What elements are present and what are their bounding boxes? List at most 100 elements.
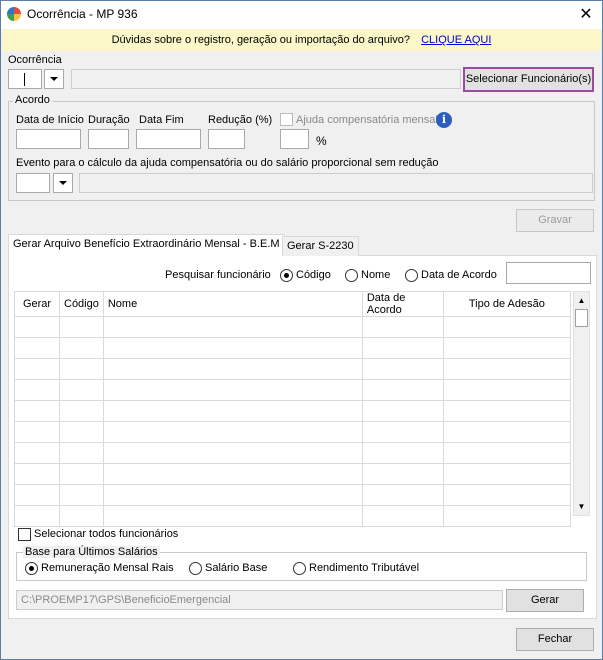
table-cell[interactable]: [361, 337, 444, 359]
table-cell[interactable]: [102, 463, 363, 485]
table-cell[interactable]: [59, 400, 104, 422]
table-cell[interactable]: [102, 421, 363, 443]
select-all-checkbox[interactable]: [18, 528, 31, 541]
table-cell[interactable]: [59, 316, 104, 338]
table-cell[interactable]: [102, 358, 363, 380]
search-input[interactable]: [506, 262, 591, 284]
table-cell[interactable]: [59, 421, 104, 443]
table-cell[interactable]: [442, 442, 571, 464]
table-cell[interactable]: [102, 316, 363, 338]
table-cell[interactable]: [59, 484, 104, 506]
table-cell[interactable]: [14, 484, 60, 506]
table-row[interactable]: [14, 358, 571, 380]
scroll-thumb[interactable]: [575, 309, 588, 327]
col-codigo[interactable]: Código: [59, 291, 104, 317]
table-cell[interactable]: [102, 400, 363, 422]
col-tipo-adesao[interactable]: Tipo de Adesão: [442, 291, 571, 317]
search-label: Pesquisar funcionário: [165, 269, 271, 281]
duracao-label: Duração: [88, 114, 130, 126]
search-radio-codigo[interactable]: [280, 269, 293, 282]
table-cell[interactable]: [14, 421, 60, 443]
col-data-acordo[interactable]: Data de Acordo: [361, 291, 444, 317]
data-inicio-input[interactable]: [16, 129, 81, 149]
table-row[interactable]: [14, 442, 571, 464]
table-cell[interactable]: [361, 505, 444, 527]
help-link[interactable]: CLIQUE AQUI: [421, 34, 491, 46]
table-scrollbar[interactable]: ▲ ▼: [573, 291, 590, 516]
evento-dropdown-button[interactable]: [53, 173, 73, 193]
gerar-button[interactable]: Gerar: [506, 589, 584, 612]
scroll-down-icon[interactable]: ▼: [574, 498, 589, 515]
ocorrencia-dropdown-button[interactable]: [44, 69, 64, 89]
table-cell[interactable]: [442, 379, 571, 401]
table-cell[interactable]: [361, 421, 444, 443]
table-cell[interactable]: [102, 337, 363, 359]
table-row[interactable]: [14, 484, 571, 506]
table-cell[interactable]: [59, 442, 104, 464]
window-title: Ocorrência - MP 936: [27, 7, 138, 21]
table-cell[interactable]: [14, 442, 60, 464]
tab-gerar-s2230[interactable]: Gerar S-2230: [282, 236, 359, 256]
table-row[interactable]: [14, 463, 571, 485]
table-cell[interactable]: [442, 421, 571, 443]
ajuda-percent-input[interactable]: [280, 129, 309, 149]
table-cell[interactable]: [14, 379, 60, 401]
table-row[interactable]: [14, 505, 571, 527]
table-cell[interactable]: [442, 400, 571, 422]
table-cell[interactable]: [361, 442, 444, 464]
table-cell[interactable]: [59, 463, 104, 485]
table-cell[interactable]: [442, 337, 571, 359]
select-employees-button[interactable]: Selecionar Funcionário(s): [463, 67, 594, 92]
table-cell[interactable]: [442, 316, 571, 338]
table-cell[interactable]: [442, 484, 571, 506]
duracao-input[interactable]: [88, 129, 129, 149]
table-cell[interactable]: [361, 463, 444, 485]
col-gerar[interactable]: Gerar: [14, 291, 60, 317]
search-radio-nome[interactable]: [345, 269, 358, 282]
table-cell[interactable]: [102, 442, 363, 464]
data-fim-input[interactable]: [136, 129, 201, 149]
ocorrencia-code-input[interactable]: [8, 69, 42, 89]
table-row[interactable]: [14, 421, 571, 443]
table-cell[interactable]: [102, 379, 363, 401]
table-cell[interactable]: [59, 379, 104, 401]
table-cell[interactable]: [442, 505, 571, 527]
table-cell[interactable]: [361, 316, 444, 338]
base-radio-salario[interactable]: [189, 562, 202, 575]
table-cell[interactable]: [361, 358, 444, 380]
table-cell[interactable]: [14, 463, 60, 485]
col-nome[interactable]: Nome: [102, 291, 363, 317]
table-cell[interactable]: [442, 358, 571, 380]
table-cell[interactable]: [361, 379, 444, 401]
table-row[interactable]: [14, 400, 571, 422]
table-cell[interactable]: [59, 505, 104, 527]
tab-gerar-bem[interactable]: Gerar Arquivo Benefício Extraordinário M…: [8, 234, 285, 256]
table-cell[interactable]: [14, 505, 60, 527]
table-cell[interactable]: [14, 400, 60, 422]
table-cell[interactable]: [102, 484, 363, 506]
table-row[interactable]: [14, 337, 571, 359]
base-radio-tributavel[interactable]: [293, 562, 306, 575]
gravar-button[interactable]: Gravar: [516, 209, 594, 232]
base-radio-rais[interactable]: [25, 562, 38, 575]
table-cell[interactable]: [59, 358, 104, 380]
evento-code-input[interactable]: [16, 173, 50, 193]
table-cell[interactable]: [361, 400, 444, 422]
table-cell[interactable]: [14, 358, 60, 380]
ajuda-checkbox[interactable]: [280, 113, 293, 126]
table-cell[interactable]: [14, 337, 60, 359]
scroll-up-icon[interactable]: ▲: [574, 292, 589, 309]
close-icon[interactable]: ✕: [570, 1, 602, 28]
reducao-input[interactable]: [208, 129, 245, 149]
table-cell[interactable]: [14, 316, 60, 338]
fechar-button[interactable]: Fechar: [516, 628, 594, 651]
search-radio-nome-label: Nome: [361, 269, 391, 281]
table-cell[interactable]: [442, 463, 571, 485]
table-row[interactable]: [14, 379, 571, 401]
table-cell[interactable]: [59, 337, 104, 359]
table-cell[interactable]: [102, 505, 363, 527]
table-row[interactable]: [14, 316, 571, 338]
table-cell[interactable]: [361, 484, 444, 506]
search-radio-data[interactable]: [405, 269, 418, 282]
info-icon[interactable]: i: [436, 112, 452, 128]
